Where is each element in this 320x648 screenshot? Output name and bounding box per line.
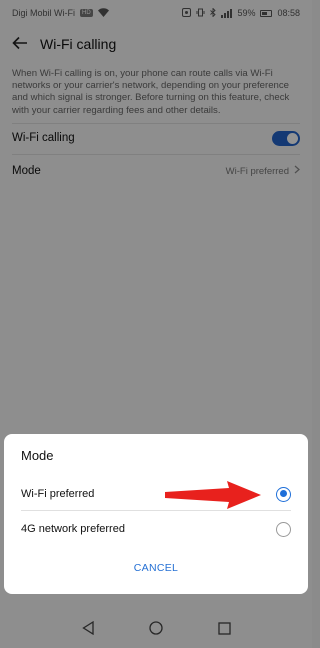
option-label: Wi-Fi preferred [21, 488, 95, 500]
mode-dialog: Mode Wi-Fi preferred 4G network preferre… [4, 434, 308, 594]
red-pointer-arrow-icon [165, 481, 261, 509]
radio-selected-icon[interactable] [276, 486, 291, 502]
option-label: 4G network preferred [21, 523, 125, 535]
cancel-button[interactable]: CANCEL [4, 562, 308, 574]
option-divider [21, 510, 291, 511]
radio-unselected-icon[interactable] [276, 521, 291, 537]
dialog-title: Mode [21, 448, 54, 463]
option-4g-preferred[interactable]: 4G network preferred [21, 513, 291, 545]
